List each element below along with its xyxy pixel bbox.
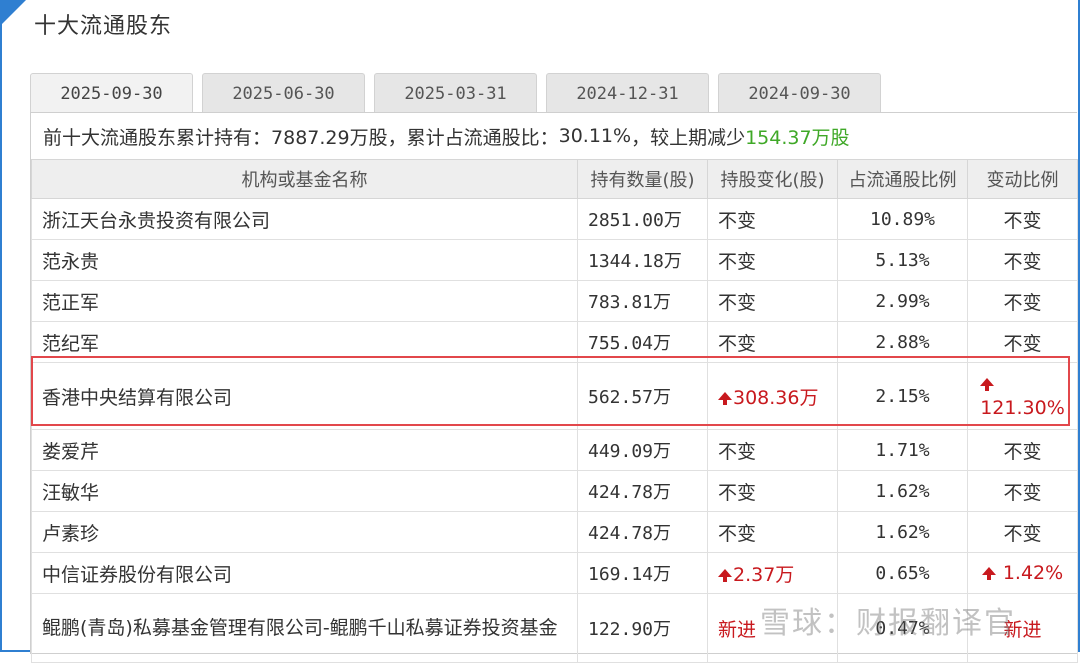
increase-arrow-icon bbox=[718, 391, 732, 405]
table-row: 浙江天台永贵投资有限公司 2851.00万 不变 10.89% 不变 bbox=[31, 198, 1078, 240]
float-share-pct: 5.13% bbox=[837, 239, 968, 281]
header-quantity: 持有数量(股) bbox=[577, 159, 708, 199]
holder-name: 娄爱芹 bbox=[31, 429, 578, 471]
increase-arrow-icon bbox=[718, 568, 732, 582]
change-ratio: 不变 bbox=[967, 239, 1078, 281]
holding-change: 新进 bbox=[707, 593, 838, 663]
holder-name: 中信证券股份有限公司 bbox=[31, 552, 578, 594]
summary-ratio: 30.11% bbox=[558, 125, 632, 147]
holder-name: 浙江天台永贵投资有限公司 bbox=[31, 198, 578, 240]
summary-change-value: 154.37万股 bbox=[745, 126, 850, 149]
shareholders-table: 机构或基金名称 持有数量(股) 持股变化(股) 占流通股比例 变动比例 浙江天台… bbox=[31, 159, 1078, 663]
holding-quantity: 2851.00万 bbox=[577, 198, 708, 240]
tab-2024-09-30[interactable]: 2024-09-30 bbox=[718, 73, 881, 113]
change-ratio-value: 1.42% bbox=[1002, 562, 1064, 584]
holder-name: 范纪军 bbox=[31, 321, 578, 363]
summary-lead: 前十大流通股东累计持有： bbox=[43, 126, 272, 149]
holder-name: 范正军 bbox=[31, 280, 578, 322]
holding-change: 308.36万 bbox=[707, 362, 838, 430]
summary-holding: 7887.29万股 bbox=[271, 126, 388, 149]
holder-name: 卢素珍 bbox=[31, 511, 578, 553]
holding-change: 不变 bbox=[707, 511, 838, 553]
corner-accent bbox=[0, 0, 26, 26]
summary-ratio-label: ，累计占流通股比： bbox=[387, 126, 559, 149]
holding-quantity: 562.57万 bbox=[577, 362, 708, 430]
tab-2024-12-31[interactable]: 2024-12-31 bbox=[546, 73, 709, 113]
float-share-pct: 0.65% bbox=[837, 552, 968, 594]
change-ratio: 不变 bbox=[967, 470, 1078, 512]
table-row: 范正军 783.81万 不变 2.99% 不变 bbox=[31, 280, 1078, 322]
table-header-row: 机构或基金名称 持有数量(股) 持股变化(股) 占流通股比例 变动比例 bbox=[31, 159, 1078, 199]
holding-change-value: 2.37万 bbox=[733, 563, 795, 586]
table-row: 卢素珍 424.78万 不变 1.62% 不变 bbox=[31, 511, 1078, 553]
holding-quantity: 424.78万 bbox=[577, 470, 708, 512]
holding-change: 不变 bbox=[707, 321, 838, 363]
float-share-pct: 10.89% bbox=[837, 198, 968, 240]
summary-line: 前十大流通股东累计持有： 7887.29万股 ，累计占流通股比： 30.11% … bbox=[31, 113, 1077, 159]
float-share-pct: 0.47% bbox=[837, 593, 968, 663]
holder-name: 汪敏华 bbox=[31, 470, 578, 512]
increase-arrow-icon bbox=[981, 567, 996, 580]
table-row: 范永贵 1344.18万 不变 5.13% 不变 bbox=[31, 239, 1078, 281]
header-change: 持股变化(股) bbox=[707, 159, 838, 199]
holding-quantity: 122.90万 bbox=[577, 593, 708, 663]
table-row-highlighted: 香港中央结算有限公司 562.57万 308.36万 2.15% 121.30% bbox=[31, 362, 1078, 430]
report-date-tabs: 2025-09-30 2025-06-30 2025-03-31 2024-12… bbox=[30, 73, 881, 113]
holding-change: 不变 bbox=[707, 280, 838, 322]
shareholders-table-panel: 前十大流通股东累计持有： 7887.29万股 ，累计占流通股比： 30.11% … bbox=[30, 112, 1078, 663]
table-row: 中信证券股份有限公司 169.14万 2.37万 0.65% 1.42% bbox=[31, 552, 1078, 594]
float-share-pct: 2.15% bbox=[837, 362, 968, 430]
holding-change-value: 308.36万 bbox=[733, 386, 819, 409]
holding-quantity: 424.78万 bbox=[577, 511, 708, 553]
float-share-pct: 2.88% bbox=[837, 321, 968, 363]
table-row: 鲲鹏(青岛)私募基金管理有限公司-鲲鹏千山私募证券投资基金 122.90万 新进… bbox=[31, 593, 1078, 663]
holding-change: 不变 bbox=[707, 239, 838, 281]
holder-name: 鲲鹏(青岛)私募基金管理有限公司-鲲鹏千山私募证券投资基金 bbox=[31, 593, 578, 663]
holding-quantity: 783.81万 bbox=[577, 280, 708, 322]
change-ratio: 121.30% bbox=[967, 362, 1078, 430]
header-pct: 占流通股比例 bbox=[837, 159, 968, 199]
table-row: 范纪军 755.04万 不变 2.88% 不变 bbox=[31, 321, 1078, 363]
change-ratio-value: 121.30% bbox=[980, 397, 1065, 419]
float-share-pct: 1.62% bbox=[837, 511, 968, 553]
holding-change: 不变 bbox=[707, 198, 838, 240]
float-share-pct: 2.99% bbox=[837, 280, 968, 322]
header-ratio: 变动比例 bbox=[967, 159, 1078, 199]
holding-quantity: 755.04万 bbox=[577, 321, 708, 363]
holding-quantity: 169.14万 bbox=[577, 552, 708, 594]
increase-arrow-icon bbox=[980, 378, 995, 391]
header-name: 机构或基金名称 bbox=[31, 159, 578, 199]
holding-change: 2.37万 bbox=[707, 552, 838, 594]
table-row: 汪敏华 424.78万 不变 1.62% 不变 bbox=[31, 470, 1078, 512]
table-row: 娄爱芹 449.09万 不变 1.71% 不变 bbox=[31, 429, 1078, 471]
change-ratio: 不变 bbox=[967, 429, 1078, 471]
tab-2025-06-30[interactable]: 2025-06-30 bbox=[202, 73, 365, 113]
float-share-pct: 1.62% bbox=[837, 470, 968, 512]
holding-change: 不变 bbox=[707, 429, 838, 471]
change-ratio: 新进 bbox=[967, 593, 1078, 663]
float-share-pct: 1.71% bbox=[837, 429, 968, 471]
holding-change: 不变 bbox=[707, 470, 838, 512]
holder-name: 范永贵 bbox=[31, 239, 578, 281]
holder-name: 香港中央结算有限公司 bbox=[31, 362, 578, 430]
tab-2025-09-30[interactable]: 2025-09-30 bbox=[30, 73, 193, 113]
summary-change-label: ，较上期减少 bbox=[631, 126, 746, 149]
page-title: 十大流通股东 bbox=[34, 14, 173, 39]
change-ratio: 1.42% bbox=[967, 552, 1078, 594]
change-ratio: 不变 bbox=[967, 198, 1078, 240]
change-ratio: 不变 bbox=[967, 280, 1078, 322]
holding-quantity: 1344.18万 bbox=[577, 239, 708, 281]
change-ratio: 不变 bbox=[967, 511, 1078, 553]
change-ratio: 不变 bbox=[967, 321, 1078, 363]
tab-2025-03-31[interactable]: 2025-03-31 bbox=[374, 73, 537, 113]
holding-quantity: 449.09万 bbox=[577, 429, 708, 471]
